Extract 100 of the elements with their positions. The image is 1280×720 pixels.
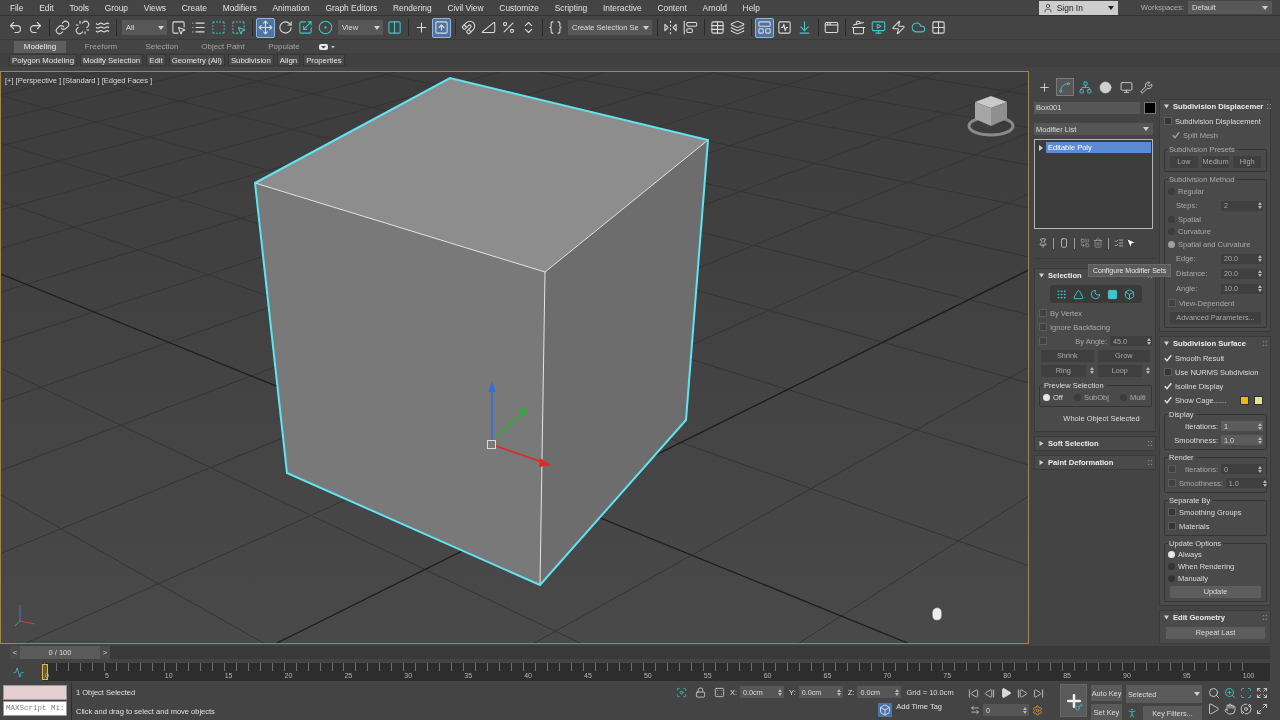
square-icon xyxy=(1107,288,1118,300)
caret-icon[interactable] xyxy=(1039,273,1044,278)
spinner-arrows-icon xyxy=(1258,465,1262,473)
caret-icon[interactable] xyxy=(1039,460,1044,465)
checklist-icon[interactable] xyxy=(1114,238,1124,248)
step-back-icon[interactable] xyxy=(984,687,995,699)
zoom-in-icon[interactable] xyxy=(1224,687,1236,699)
play-icon[interactable] xyxy=(1000,687,1012,699)
current-frame-marker[interactable] xyxy=(42,664,48,680)
expand-icon[interactable] xyxy=(1256,687,1268,699)
focus-icon[interactable] xyxy=(676,686,687,698)
checkbox[interactable] xyxy=(1164,117,1172,125)
menu-item[interactable]: Group xyxy=(96,2,136,13)
toolbar-button[interactable] xyxy=(256,17,275,38)
rounded-rectangle-icon[interactable] xyxy=(1059,238,1069,248)
dashed-square-cursor-icon xyxy=(231,20,246,35)
ribbon-tab[interactable]: Object Paint xyxy=(197,40,249,53)
color-swatch[interactable] xyxy=(1240,395,1249,405)
menu-item[interactable]: Interactive xyxy=(595,2,650,13)
window-icon xyxy=(823,20,839,35)
menu-item[interactable]: Content xyxy=(649,2,695,13)
cube-icon[interactable] xyxy=(878,702,893,717)
figure-icon[interactable] xyxy=(1126,707,1138,719)
checkbox[interactable] xyxy=(1164,368,1172,376)
subobject-button[interactable] xyxy=(1088,287,1103,301)
radio-button[interactable] xyxy=(1043,393,1050,401)
menu-item[interactable]: Create xyxy=(173,2,215,13)
caret-icon[interactable] xyxy=(1164,341,1169,346)
menu-item[interactable]: Rendering xyxy=(385,2,440,13)
spline-icon xyxy=(1058,80,1072,94)
menu-item[interactable]: Graph Editors xyxy=(317,2,386,13)
pin-icon[interactable] xyxy=(1038,238,1048,248)
grid-icon xyxy=(930,20,946,35)
sign-in-button[interactable]: Sign In xyxy=(1038,0,1118,15)
rotate-icon xyxy=(278,20,293,35)
color-swatch[interactable] xyxy=(1144,102,1156,114)
caret-icon[interactable] xyxy=(1039,144,1043,151)
axis-tripod-icon xyxy=(14,603,36,627)
subobject-button[interactable] xyxy=(1105,287,1120,301)
subobject-button[interactable] xyxy=(1054,287,1069,301)
menu-item[interactable]: Help xyxy=(734,2,768,13)
orbit-icon[interactable] xyxy=(1240,703,1252,715)
four-dots-square-icon[interactable] xyxy=(714,686,725,698)
checkbox[interactable] xyxy=(1168,522,1176,530)
menu-item[interactable]: Customize xyxy=(491,2,547,13)
menu-item[interactable]: Arnold xyxy=(694,2,735,13)
overlapping-squares-icon[interactable] xyxy=(1080,238,1090,248)
monitor-play-icon xyxy=(870,20,886,35)
lock-icon[interactable] xyxy=(695,686,706,698)
caret-icon[interactable] xyxy=(1164,615,1169,620)
caret-icon xyxy=(1143,127,1149,131)
set-keys-button[interactable] xyxy=(1060,684,1087,717)
step-forward-icon[interactable] xyxy=(1017,687,1028,699)
search-icon[interactable] xyxy=(1208,687,1220,699)
scan-icon[interactable] xyxy=(1240,687,1252,699)
menu-item[interactable]: Animation xyxy=(264,2,318,13)
ribbon-tab[interactable]: Modeling xyxy=(14,40,66,53)
menu-item[interactable]: Tools xyxy=(61,2,97,13)
hand-icon[interactable] xyxy=(1224,703,1236,715)
gear-icon[interactable] xyxy=(1032,704,1043,716)
user-icon xyxy=(1042,2,1053,13)
script-input-field[interactable] xyxy=(3,685,67,700)
menu-item[interactable]: Views xyxy=(135,2,174,13)
zigzag-line-icon[interactable] xyxy=(13,666,24,678)
menu-item[interactable]: Scripting xyxy=(546,2,596,13)
menu-item[interactable]: Modifiers xyxy=(214,2,265,13)
left-right-arrows-icon[interactable] xyxy=(970,705,980,715)
triangle-icon[interactable] xyxy=(1208,703,1220,715)
dots-icon xyxy=(1056,288,1067,300)
command-panel-tab[interactable] xyxy=(1096,78,1115,96)
menu-item[interactable]: File xyxy=(2,2,32,13)
menu-item[interactable]: Edit xyxy=(31,2,62,13)
caret-icon xyxy=(1194,692,1200,696)
checkbox[interactable] xyxy=(1168,508,1176,516)
ribbon-tab[interactable]: Populate xyxy=(258,40,310,53)
subobject-button[interactable] xyxy=(1071,287,1086,301)
view-cube[interactable] xyxy=(967,94,1015,138)
trash-icon[interactable] xyxy=(1093,238,1103,248)
ribbon-tab[interactable]: Freeform xyxy=(75,40,127,53)
spinner-arrows-icon xyxy=(1262,479,1267,487)
skip-forward-icon[interactable] xyxy=(1033,687,1044,699)
grip-icon xyxy=(1267,104,1272,109)
caret-icon[interactable] xyxy=(1164,104,1169,109)
toolbar-button[interactable] xyxy=(432,17,451,38)
ribbon-tab[interactable]: Selection xyxy=(136,40,188,53)
spinner-arrows-icon xyxy=(1258,270,1262,277)
subobject-button[interactable] xyxy=(1122,287,1137,301)
toolbar-button[interactable] xyxy=(53,17,72,38)
color-swatch[interactable] xyxy=(1254,395,1263,405)
command-panel-tab[interactable] xyxy=(1076,78,1095,96)
radio-button[interactable] xyxy=(1168,550,1175,558)
toolbar-button[interactable] xyxy=(754,17,774,38)
maximize-icon[interactable] xyxy=(1256,703,1268,715)
caret-icon[interactable] xyxy=(1039,441,1044,446)
skip-back-icon[interactable] xyxy=(968,687,979,699)
menu-item[interactable]: Civil View xyxy=(439,2,492,13)
plus-icon xyxy=(414,20,429,35)
command-panel-tab[interactable] xyxy=(1055,78,1074,96)
toolbar-button[interactable] xyxy=(73,17,92,38)
toggle-icon[interactable] xyxy=(319,43,335,50)
